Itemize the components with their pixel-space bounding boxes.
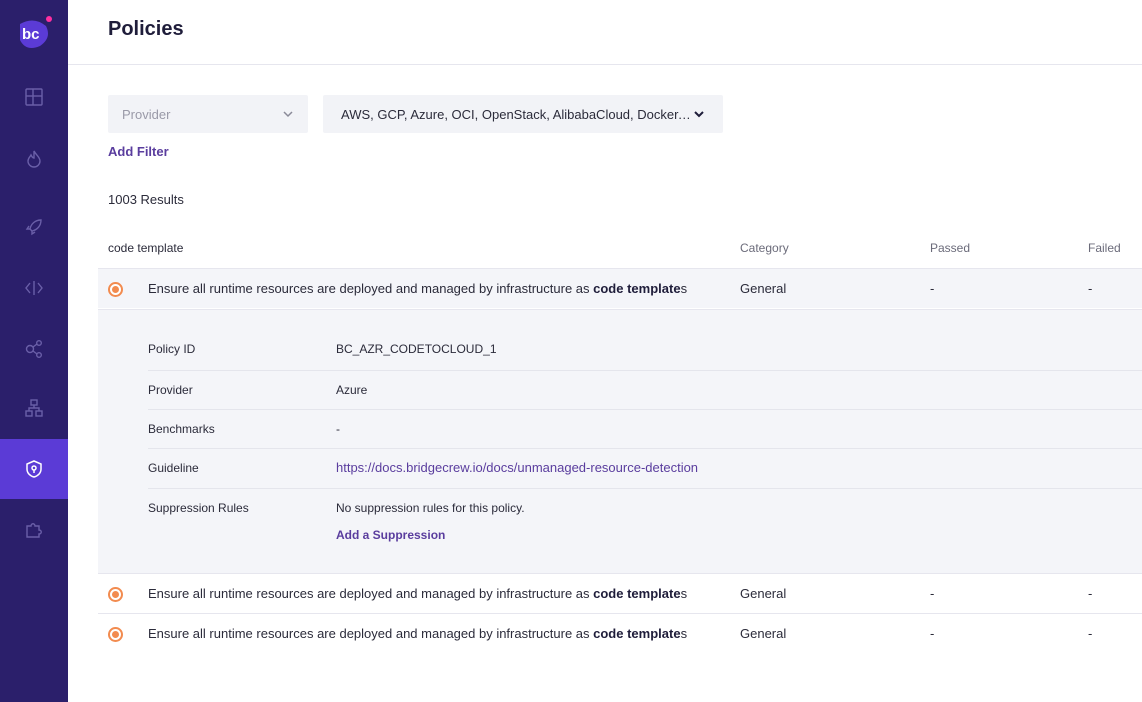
- flame-icon: [27, 150, 41, 168]
- add-suppression-link[interactable]: Add a Suppression: [336, 528, 445, 542]
- nav-dashboard[interactable]: [0, 67, 68, 127]
- detail-row-suppression: Suppression Rules No suppression rules f…: [148, 489, 1142, 575]
- guideline-link[interactable]: https://docs.bridgecrew.io/docs/unmanage…: [336, 460, 698, 475]
- policy-category: General: [740, 626, 787, 641]
- cloud-provider-filter-value: AWS, GCP, Azure, OCI, OpenStack, Alibaba…: [341, 106, 693, 122]
- code-icon: [25, 281, 43, 295]
- chevron-down-icon: [283, 111, 293, 118]
- graph-icon: [25, 340, 42, 358]
- policy-failed: -: [1088, 281, 1093, 296]
- detail-label: Policy ID: [148, 342, 196, 356]
- shield-icon: [26, 460, 42, 478]
- detail-row-policy-id: Policy ID BC_AZR_CODETOCLOUD_1: [148, 330, 1142, 371]
- policy-name: Ensure all runtime resources are deploye…: [148, 281, 688, 296]
- severity-indicator-icon: [108, 627, 123, 642]
- table-row[interactable]: Ensure all runtime resources are deploye…: [98, 613, 1142, 653]
- table-row[interactable]: Ensure all runtime resources are deploye…: [98, 268, 1142, 308]
- page-header: Policies: [68, 0, 1142, 65]
- nav-inventory[interactable]: [0, 378, 68, 438]
- puzzle-icon: [26, 523, 42, 538]
- cloud-provider-filter-dropdown[interactable]: AWS, GCP, Azure, OCI, OpenStack, Alibaba…: [323, 95, 723, 133]
- rocket-icon: [25, 219, 42, 236]
- policy-passed: -: [930, 586, 935, 601]
- provider-value: Azure: [336, 383, 368, 397]
- column-header-category[interactable]: Category: [740, 241, 789, 255]
- severity-indicator-icon: [108, 587, 123, 602]
- severity-indicator-icon: [108, 282, 123, 297]
- column-header-name[interactable]: code template: [108, 241, 183, 255]
- hierarchy-icon: [25, 399, 43, 417]
- provider-filter-placeholder: Provider: [122, 106, 171, 122]
- nav-policies[interactable]: [0, 439, 68, 499]
- policy-category: General: [740, 281, 787, 296]
- detail-label: Benchmarks: [148, 422, 215, 436]
- table-row[interactable]: Ensure all runtime resources are deploye…: [98, 573, 1142, 613]
- nav-incidents[interactable]: [0, 129, 68, 189]
- nav-integrations[interactable]: [0, 499, 68, 559]
- policy-name: Ensure all runtime resources are deploye…: [148, 626, 688, 641]
- results-count: 1003 Results: [108, 192, 184, 207]
- detail-label: Guideline: [148, 461, 199, 475]
- benchmarks-value: -: [336, 422, 340, 436]
- column-header-passed[interactable]: Passed: [930, 241, 970, 255]
- chevron-down-icon: [694, 111, 704, 118]
- policy-failed: -: [1088, 586, 1093, 601]
- detail-label: Provider: [148, 383, 193, 397]
- dashboard-icon: [25, 88, 43, 106]
- add-filter-link[interactable]: Add Filter: [108, 144, 169, 159]
- sidebar: bc: [0, 0, 68, 702]
- detail-row-provider: Provider Azure: [148, 371, 1142, 410]
- detail-row-benchmarks: Benchmarks -: [148, 410, 1142, 449]
- nav-deploy[interactable]: [0, 197, 68, 257]
- policy-id-value: BC_AZR_CODETOCLOUD_1: [336, 342, 497, 356]
- column-header-failed[interactable]: Failed: [1088, 241, 1121, 255]
- provider-filter-dropdown[interactable]: Provider: [108, 95, 308, 133]
- policy-passed: -: [930, 281, 935, 296]
- detail-label: Suppression Rules: [148, 501, 249, 515]
- detail-row-guideline: Guideline https://docs.bridgecrew.io/doc…: [148, 449, 1142, 489]
- policy-details-panel: Policy ID BC_AZR_CODETOCLOUD_1 Provider …: [98, 309, 1142, 574]
- page-title: Policies: [108, 18, 184, 40]
- svg-text:bc: bc: [22, 26, 40, 43]
- policy-failed: -: [1088, 626, 1093, 641]
- policy-name: Ensure all runtime resources are deploye…: [148, 586, 688, 601]
- nav-code[interactable]: [0, 258, 68, 318]
- suppression-value: No suppression rules for this policy.: [336, 501, 525, 515]
- nav-graph[interactable]: [0, 319, 68, 379]
- policy-passed: -: [930, 626, 935, 641]
- bridgecrew-logo[interactable]: bc: [16, 16, 52, 50]
- policy-category: General: [740, 586, 787, 601]
